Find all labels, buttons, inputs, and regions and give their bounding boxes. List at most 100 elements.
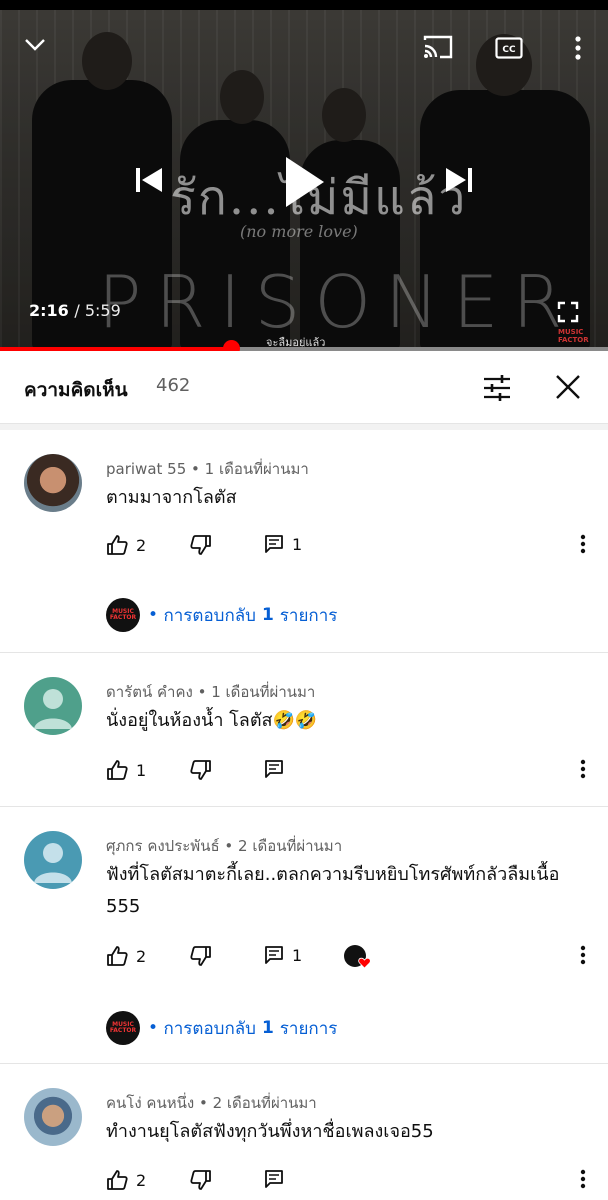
bullet: • xyxy=(148,605,164,625)
current-time: 2:16 xyxy=(29,301,69,320)
thumbs-down-icon xyxy=(190,1170,211,1190)
avatar[interactable] xyxy=(24,454,82,512)
replies-suffix: รายการ xyxy=(279,1018,338,1039)
comment-more-icon[interactable] xyxy=(580,534,586,558)
view-replies-link[interactable]: MUSIC FACTOR • การตอบกลับ 1 รายการ xyxy=(106,598,337,632)
comment-more-icon[interactable] xyxy=(580,1169,586,1193)
meta-dot: • xyxy=(224,837,239,855)
like-count: 2 xyxy=(136,946,147,966)
like-button[interactable]: 2 xyxy=(106,534,146,556)
replies-number: 1 xyxy=(261,605,274,625)
time-separator: / xyxy=(74,301,85,320)
reply-button[interactable] xyxy=(264,1169,284,1189)
comment-more-icon[interactable] xyxy=(580,759,586,783)
avatar[interactable] xyxy=(24,831,82,889)
dislike-button[interactable] xyxy=(190,534,212,556)
meta-dot: • xyxy=(198,1094,213,1112)
meta-dot: • xyxy=(197,683,212,701)
video-brand-logo: MUSIC FACTOR xyxy=(558,328,589,344)
comment-text: ตามมาจากโลตัส xyxy=(106,487,237,508)
comment-time: 2 เดือนที่ผ่านมา xyxy=(212,1094,317,1112)
comment-time: 1 เดือนที่ผ่านมา xyxy=(204,460,309,478)
replies-prefix: การตอบกลับ xyxy=(163,1018,256,1039)
comment-item: คนโง่ คนหนึ่ง • 2 เดือนที่ผ่านมา ทำงานยุ… xyxy=(0,1064,608,1200)
comment-more-icon[interactable] xyxy=(580,945,586,969)
comment-author[interactable]: ดารัตน์ คำคง xyxy=(106,683,193,701)
comment-text: นั่งอยู่ในห้องน้ำ โลตัส🤣🤣 xyxy=(106,710,318,731)
reply-button[interactable] xyxy=(264,759,284,779)
video-band-art: PRISONER xyxy=(98,260,577,344)
previous-track-icon[interactable] xyxy=(128,162,168,198)
dislike-button[interactable] xyxy=(190,945,212,967)
reply-button[interactable]: 1 xyxy=(264,534,302,554)
captions-cc-icon[interactable]: CC xyxy=(494,36,524,60)
duration: 5:59 xyxy=(84,301,121,320)
avatar[interactable] xyxy=(24,677,82,735)
play-icon[interactable] xyxy=(276,152,332,212)
heart-icon xyxy=(358,957,371,969)
thumbs-up-icon xyxy=(107,760,128,780)
video-player[interactable]: รัก...ไม่มีแล้ว (no more love) PRISONER … xyxy=(0,10,608,348)
comment-author[interactable]: ศุภกร คงประพันธ์ xyxy=(106,837,220,855)
like-button[interactable]: 2 xyxy=(106,1169,146,1191)
video-subtitle-art: (no more love) xyxy=(240,222,358,241)
fullscreen-icon[interactable] xyxy=(554,298,582,326)
comments-count: 462 xyxy=(156,375,191,396)
avatar[interactable] xyxy=(24,1088,82,1146)
comment-actions: 2 xyxy=(106,1169,596,1193)
comment-actions: 1 xyxy=(106,759,596,783)
thumbs-down-icon xyxy=(190,946,211,966)
minimize-chevron-icon[interactable] xyxy=(20,32,50,58)
playback-time: 2:16 / 5:59 xyxy=(29,301,121,320)
reply-avatar: MUSIC FACTOR xyxy=(106,1011,140,1045)
comment-text: ทำงานยุโลตัสฟังทุกวันพึ่งหาชื่อเพลงเจอ55 xyxy=(106,1121,434,1142)
thumbs-down-icon xyxy=(190,535,211,555)
replies-number: 1 xyxy=(261,1018,274,1038)
like-button[interactable]: 1 xyxy=(106,759,146,781)
comment-bubble-icon xyxy=(265,760,283,778)
status-bar xyxy=(0,0,608,10)
thumbs-up-icon xyxy=(107,1170,128,1190)
comment-item: ศุภกร คงประพันธ์ • 2 เดือนที่ผ่านมา ฟังท… xyxy=(0,807,608,1064)
dislike-button[interactable] xyxy=(190,1169,212,1191)
like-button[interactable]: 2 xyxy=(106,945,146,967)
bullet: • xyxy=(148,1018,164,1038)
comment-time: 1 เดือนที่ผ่านมา xyxy=(211,683,316,701)
creator-heart-badge xyxy=(344,945,371,971)
more-vertical-icon[interactable] xyxy=(566,34,590,62)
comments-title: ความคิดเห็น xyxy=(24,379,128,401)
like-count: 2 xyxy=(136,1170,147,1190)
comment-actions: 2 1 xyxy=(106,534,596,558)
comment-author[interactable]: pariwat 55 xyxy=(106,460,186,478)
comment-bubble-icon xyxy=(265,1170,283,1188)
comment-meta: ศุภกร คงประพันธ์ • 2 เดือนที่ผ่านมา xyxy=(106,834,342,858)
dislike-button[interactable] xyxy=(190,759,212,781)
svg-text:CC: CC xyxy=(502,45,516,55)
replies-suffix: รายการ xyxy=(279,605,338,626)
comment-author[interactable]: คนโง่ คนหนึ่ง xyxy=(106,1094,194,1112)
reply-count: 1 xyxy=(292,534,303,554)
comment-meta: ดารัตน์ คำคง • 1 เดือนที่ผ่านมา xyxy=(106,680,315,704)
comment-actions: 2 1 xyxy=(106,945,596,969)
like-count: 1 xyxy=(136,760,147,780)
cast-icon[interactable] xyxy=(420,32,456,62)
comment-meta: คนโง่ คนหนึ่ง • 2 เดือนที่ผ่านมา xyxy=(106,1091,317,1115)
sort-filter-icon[interactable] xyxy=(480,373,514,403)
comment-text: ฟังที่โลตัสมาตะกี้เลย..ตลกความรีบหยิบโทร… xyxy=(106,864,560,917)
comment-bubble-icon xyxy=(265,946,283,964)
comment-time: 2 เดือนที่ผ่านมา xyxy=(238,837,343,855)
close-icon[interactable] xyxy=(552,371,584,403)
like-count: 2 xyxy=(136,535,147,555)
view-replies-link[interactable]: MUSIC FACTOR • การตอบกลับ 1 รายการ xyxy=(106,1011,337,1045)
comment-item: ดารัตน์ คำคง • 1 เดือนที่ผ่านมา นั่งอยู่… xyxy=(0,653,608,807)
comment-item: pariwat 55 • 1 เดือนที่ผ่านมา ตามมาจากโล… xyxy=(0,430,608,653)
comment-meta: pariwat 55 • 1 เดือนที่ผ่านมา xyxy=(106,457,309,481)
video-caption: จะลืมอยู่แล้ว xyxy=(266,336,326,348)
next-track-icon[interactable] xyxy=(440,162,480,198)
replies-prefix: การตอบกลับ xyxy=(163,605,256,626)
reply-button[interactable]: 1 xyxy=(264,945,302,965)
comments-header: ความคิดเห็น 462 xyxy=(0,351,608,424)
reply-count: 1 xyxy=(292,945,303,965)
comment-bubble-icon xyxy=(265,535,283,553)
thumbs-up-icon xyxy=(107,535,128,555)
